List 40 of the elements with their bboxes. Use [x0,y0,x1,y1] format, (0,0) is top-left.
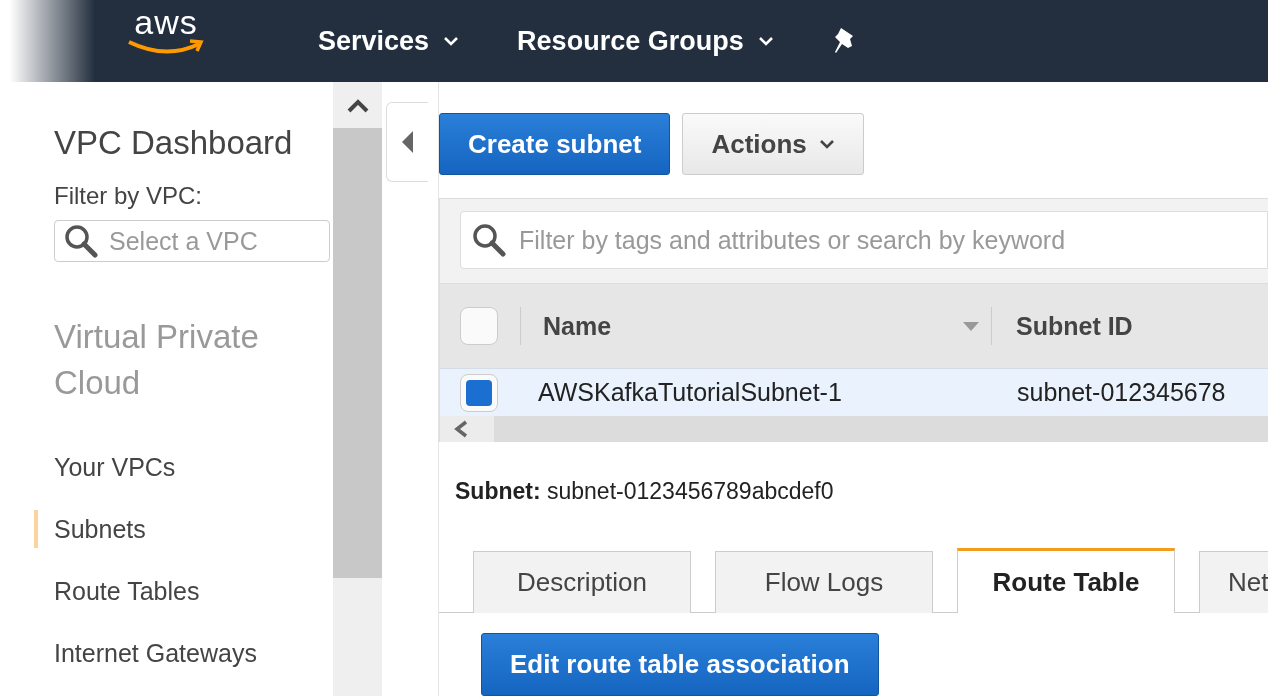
sidebar-link[interactable]: Internet Gateways [34,634,333,672]
search-field[interactable]: Filter by tags and attributes or search by keyword [460,211,1268,269]
chevron-down-icon [443,36,460,46]
nav-menu[interactable]: Resource Groups [517,25,774,57]
scroll-thumb[interactable] [333,128,382,578]
filter-label: Filter by VPC: [54,182,204,210]
column-header[interactable]: Subnet ID [1016,311,1133,340]
row-checkbox[interactable] [460,373,498,412]
chevron-left-icon[interactable] [454,420,468,438]
column-header[interactable]: Name [543,311,612,341]
create-subnet-button[interactable]: Create subnet [439,113,671,175]
chevron-down-icon [757,36,774,46]
tab[interactable]: Flow Logs [715,551,933,614]
sort-caret-icon[interactable] [963,321,979,331]
sidebar-link[interactable]: Route Tables [34,572,333,610]
chevron-up-icon [345,98,370,114]
vpc-filter-field[interactable]: Select a VPC [54,220,330,262]
edit-route-table-button[interactable]: Edit route table association [481,633,879,696]
select-all-checkbox[interactable] [460,307,498,345]
table-cell: subnet-012345678 [1017,378,1226,407]
tab[interactable]: Route Table [957,548,1175,614]
smile-arrow-icon [126,39,206,55]
triangle-left-icon [401,131,414,153]
sidebar-title: VPC Dashboard [54,124,294,162]
sidebar-link[interactable]: Your VPCs [34,448,333,486]
scrollbar[interactable] [333,82,382,696]
tab[interactable]: Description [473,551,691,614]
section-heading: Virtual Private Cloud [54,317,260,403]
aws-logo-text: aws [134,5,198,39]
nav-menu[interactable]: Services [318,25,460,57]
tab[interactable]: Net [1199,551,1268,614]
horizontal-scrollbar[interactable] [440,416,1268,442]
table-row[interactable]: AWSKafkaTutorialSubnet-1 subnet-012345678 [440,368,1268,416]
search-icon [64,224,98,258]
table-cell: AWSKafkaTutorialSubnet-1 [538,378,842,406]
collapse-button[interactable] [386,102,428,182]
search-icon [472,223,506,257]
chevron-down-icon [818,139,835,149]
actions-button[interactable]: Actions [682,113,864,175]
subnet-detail: Subnet: subnet-0123456789abcdef0 [454,477,835,506]
